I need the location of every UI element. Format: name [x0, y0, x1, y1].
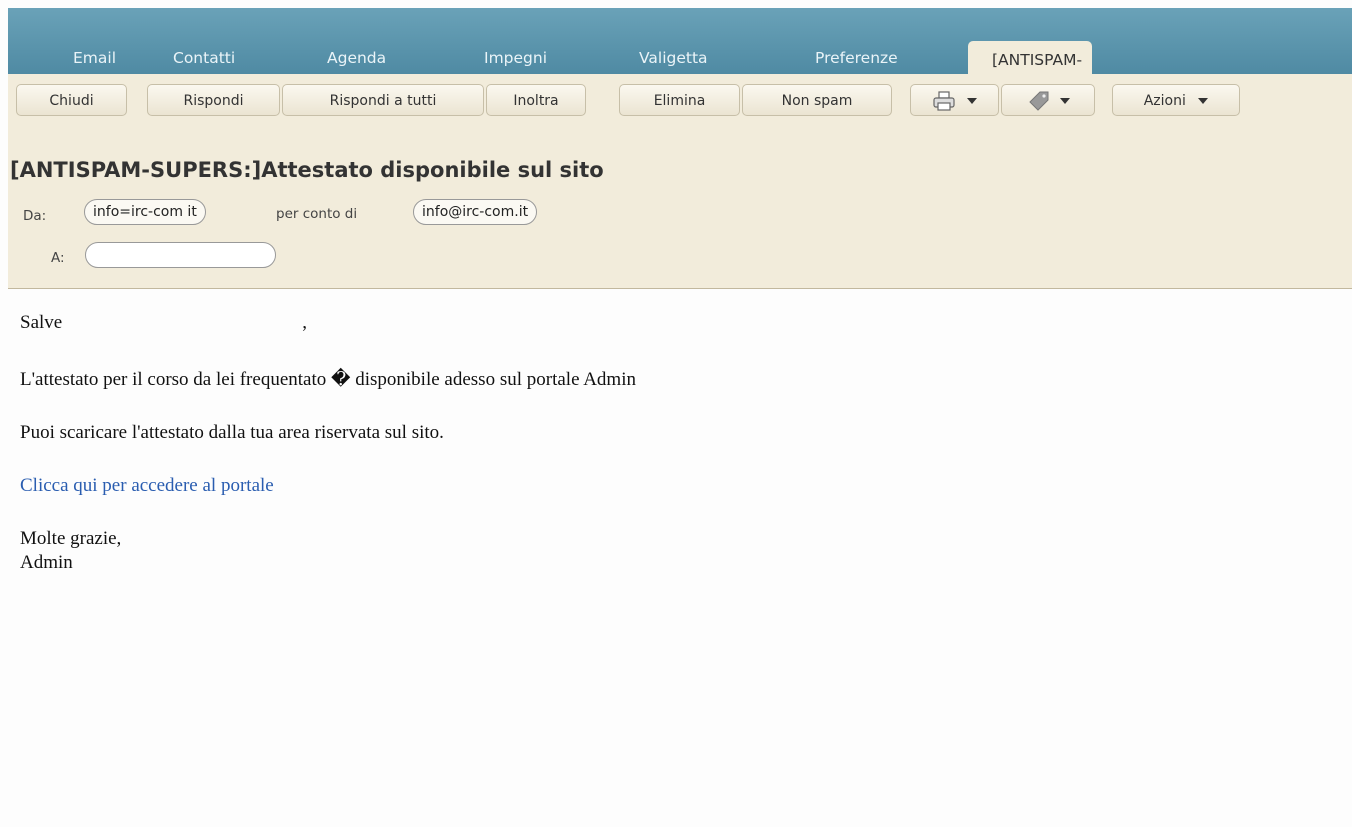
- reply-all-button[interactable]: Rispondi a tutti: [282, 84, 484, 116]
- not-spam-button[interactable]: Non spam: [742, 84, 892, 116]
- message-subject: [ANTISPAM-SUPERS:]Attestato disponibile …: [10, 158, 604, 182]
- reply-button[interactable]: Rispondi: [147, 84, 280, 116]
- portal-link[interactable]: Clicca qui per accedere al portale: [20, 475, 274, 497]
- signature-line: Admin: [20, 552, 73, 573]
- close-button[interactable]: Chiudi: [16, 84, 127, 116]
- greeting: Salve: [20, 312, 63, 333]
- on-behalf-address[interactable]: info@irc-com.it: [413, 199, 538, 225]
- chevron-down-icon: [1198, 98, 1209, 104]
- tab-message[interactable]: [ANTISPAM-SUPER✕: [968, 41, 1093, 107]
- forward-button[interactable]: Inoltra: [486, 84, 586, 116]
- body-line-1: L'attestato per il corso da lei frequent…: [20, 369, 636, 390]
- tag-button[interactable]: [1001, 84, 1095, 116]
- to-address[interactable]: [85, 242, 276, 268]
- printer-icon: [932, 91, 962, 111]
- tab-agenda[interactable]: Agenda: [307, 42, 406, 74]
- actions-label: Azioni: [1143, 93, 1186, 109]
- closing-line: Molte grazie,: [20, 528, 122, 549]
- tab-preferenze[interactable]: Preferenze: [795, 42, 918, 74]
- greeting-line: Salve,: [20, 312, 307, 334]
- tag-icon: [1026, 91, 1056, 111]
- tab-impegni[interactable]: Impegni: [464, 42, 567, 74]
- tab-contatti[interactable]: Contatti: [153, 42, 255, 74]
- from-label: Da:: [23, 208, 47, 224]
- actions-button[interactable]: Azioni: [1112, 84, 1240, 116]
- chevron-down-icon: [1060, 98, 1071, 104]
- tab-valigetta[interactable]: Valigetta: [619, 42, 728, 74]
- tab-email[interactable]: Email: [53, 42, 136, 74]
- on-behalf-label: per conto di: [276, 206, 358, 222]
- chevron-down-icon: [966, 98, 977, 104]
- print-button[interactable]: [910, 84, 999, 116]
- message-toolbar: Chiudi Rispondi Rispondi a tutti Inoltra…: [8, 74, 1352, 289]
- greeting-comma: ,: [302, 312, 307, 333]
- delete-button[interactable]: Elimina: [619, 84, 740, 116]
- to-label: A:: [51, 250, 65, 266]
- from-address[interactable]: info=irc-com it: [84, 199, 206, 225]
- body-line-2: Puoi scaricare l'attestato dalla tua are…: [20, 422, 444, 443]
